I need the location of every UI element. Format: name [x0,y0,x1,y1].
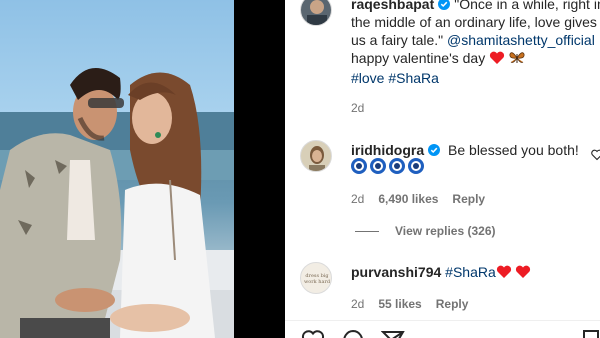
comment-1-reply-button[interactable]: Reply [452,192,485,206]
couple-photo [0,68,234,338]
comment-2-likes[interactable]: 55 likes [378,297,421,311]
evil-eye-icon [389,158,405,174]
caption-hashtags[interactable]: #love #ShaRa [351,70,439,86]
commenter-avatar[interactable] [300,140,332,172]
comment-1-likes[interactable]: 6,490 likes [378,192,438,206]
red-heart-icon [515,265,531,283]
verified-badge-icon [438,0,451,10]
svg-text:work hard: work hard [304,279,331,285]
caption-time: 2d [351,101,365,115]
like-icon[interactable] [301,329,325,338]
caption-mention[interactable]: @shamitashetty_official [447,32,595,48]
evil-eye-emojis [351,158,427,179]
comment-1-username[interactable]: iridhidogra [351,142,424,158]
like-comment-icon[interactable] [591,149,600,161]
save-icon[interactable] [579,329,600,338]
evil-eye-icon [408,158,424,174]
view-replies-label: View replies (326) [395,224,496,238]
comment-2-time: 2d [351,297,365,311]
comments-pane: raqeshbapat "Once in a while, right in th… [285,0,600,338]
author-username[interactable]: raqeshbapat [351,0,434,12]
comment-icon[interactable] [341,329,365,338]
red-heart-icon [496,265,512,283]
action-bar [285,320,600,338]
media-divider [234,0,285,338]
red-heart-icon [489,51,505,69]
verified-badge-icon [428,142,441,156]
caption-line-3: us a fairy tale." [351,32,448,48]
comment-2-reply-button[interactable]: Reply [436,297,469,311]
comment-2-username[interactable]: purvanshi794 [351,264,441,280]
caption-line-4: happy valentine's day [351,50,486,66]
comment-2-meta: 2d 55 likes Reply [351,297,468,311]
evil-eye-icon [370,158,386,174]
post-caption: raqeshbapat "Once in a while, right in th… [351,0,600,87]
share-icon[interactable] [381,329,405,338]
comment-1: iridhidogra Be blessed you both! [351,141,591,159]
butterfly-icon [509,51,525,69]
comment-2-hashtag[interactable]: #ShaRa [445,264,496,280]
author-avatar[interactable] [300,0,332,26]
comment-1-time: 2d [351,192,365,206]
comment-1-text: Be blessed you both! [448,142,579,158]
comment-2: purvanshi794 #ShaRa [351,263,591,283]
commenter-avatar[interactable]: dress big work hard [300,262,332,294]
evil-eye-icon [351,158,367,174]
post-media[interactable] [0,0,234,338]
replies-line [355,231,379,233]
caption-line-1: "Once in a while, right in [454,0,600,12]
comment-1-meta: 2d 6,490 likes Reply [351,192,485,206]
view-replies-button[interactable]: View replies (326) [355,224,496,238]
caption-line-2: the middle of an ordinary life, love giv… [351,14,597,30]
